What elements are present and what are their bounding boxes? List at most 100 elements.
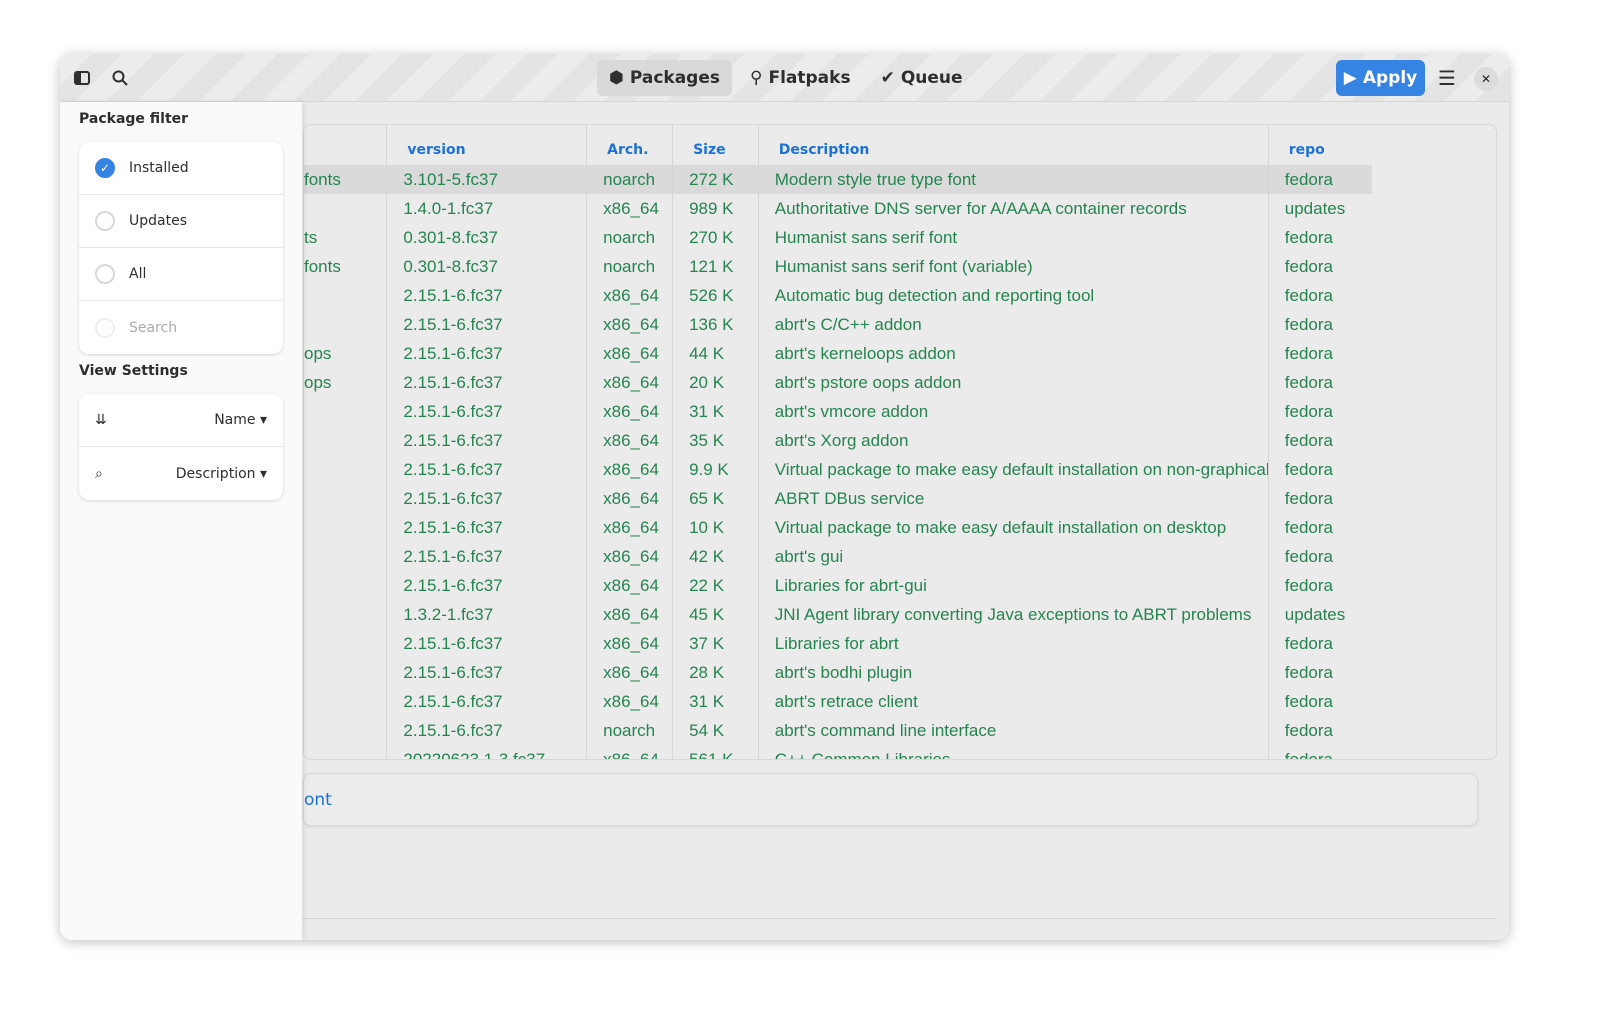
tab-flatpaks[interactable]: ⚲ Flatpaks [738, 60, 863, 96]
table-cell: fedora [1267, 513, 1372, 542]
table-cell: 20 K [672, 368, 759, 397]
table-cell: abrt's command line interface [757, 716, 1269, 745]
column-header[interactable]: Size [672, 125, 759, 165]
table-cell: ts [304, 227, 318, 247]
table-cell: 9.9 K [672, 455, 759, 484]
column-header[interactable]: version [386, 125, 587, 165]
table-cell: 22 K [672, 571, 759, 600]
table-cell: 121 K [672, 252, 759, 281]
close-button[interactable]: ✕ [1474, 67, 1498, 91]
tab-packages[interactable]: ⬢ Packages [597, 60, 732, 96]
table-cell: x86_64 [586, 629, 673, 658]
table-cell: Libraries for abrt [757, 629, 1269, 658]
table-row[interactable]: 2.15.1-6.fc37 x86_64 65 K ABRT DBus service… [304, 484, 1372, 513]
table-row[interactable]: fonts 0.301-8.fc37 noarch 121 K Humanist san… [304, 252, 1372, 281]
table-cell: abrt's pstore oops addon [757, 368, 1269, 397]
table-cell: fedora [1267, 687, 1372, 716]
table-row[interactable]: 1.3.2-1.fc37 x86_64 45 K JNI Agent library … [304, 600, 1372, 629]
table-cell [304, 281, 387, 310]
table-cell: Humanist sans serif font (variable) [757, 252, 1269, 281]
table-cell: 44 K [672, 339, 759, 368]
table-row[interactable]: 2.15.1-6.fc37 noarch 54 Kabrt's command li… [304, 716, 1372, 745]
column-header[interactable]: Arch. [586, 125, 673, 165]
tab-label: Packages [629, 68, 720, 88]
table-row[interactable]: ops 2.15.1-6.fc37 x86_64 20 Kabrt's pstore … [304, 368, 1372, 397]
menu-icon[interactable]: ☰ [1435, 66, 1459, 90]
table-cell: 2.15.1-6.fc37 [386, 397, 587, 426]
apply-button[interactable]: ▶ Apply [1336, 60, 1425, 96]
table-row[interactable]: 2.15.1-6.fc37 x86_64 10 K Virtual package t… [304, 513, 1372, 542]
table-row[interactable]: 2.15.1-6.fc37 x86_64 35 Kabrt's Xorg addon… [304, 426, 1372, 455]
table-cell: fedora [1267, 745, 1372, 759]
filter-search[interactable]: Search [79, 301, 283, 354]
table-cell: 2.15.1-6.fc37 [386, 687, 587, 716]
table-cell [304, 745, 387, 759]
filter-label: All [129, 266, 147, 282]
search-icon[interactable] [108, 66, 132, 90]
divider [303, 918, 1497, 919]
table-row[interactable]: 2.15.1-6.fc37 x86_64 31 Kabrt's retrace cl… [304, 687, 1372, 716]
table-row[interactable]: fonts 3.101-5.fc37 noarch 272 K Modern style… [304, 165, 1372, 194]
table-cell: fonts [304, 165, 387, 194]
filter-installed[interactable]: ✓ Installed [79, 142, 283, 195]
table-cell: updates [1267, 600, 1372, 629]
column-header[interactable] [304, 125, 387, 165]
search-by-dropdown[interactable]: ⌕ Description ▾ [79, 447, 283, 500]
column-header[interactable]: repo [1267, 125, 1372, 165]
table-cell: x86_64 [586, 368, 673, 397]
table-cell: x86_64 [586, 455, 673, 484]
table-cell: 31 K [672, 687, 759, 716]
table-cell: 37 K [672, 629, 759, 658]
table-row[interactable]: 2.15.1-6.fc37 x86_64 28 Kabrt's bodhi plug… [304, 658, 1372, 687]
table-cell: Humanist sans serif font [757, 223, 1269, 252]
table-cell: x86_64 [586, 600, 673, 629]
table-cell: 2.15.1-6.fc37 [386, 368, 587, 397]
table-row[interactable]: 2.15.1-6.fc37 x86_64 22 K Libraries for abr… [304, 571, 1372, 600]
table-cell: 0.301-8.fc37 [386, 252, 587, 281]
table-cell: abrt's bodhi plugin [757, 658, 1269, 687]
table-cell: fonts [304, 256, 341, 276]
table-cell: Automatic bug detection and reporting to… [757, 281, 1269, 310]
table-cell: 28 K [672, 658, 759, 687]
table-cell: 20220623.1-3.fc37 [386, 745, 587, 759]
table-row[interactable]: 2.15.1-6.fc37 x86_64 37 K Libraries for abr… [304, 629, 1372, 658]
table-row[interactable]: 2.15.1-6.fc37 x86_64 42 Kabrt's gui fedora [304, 542, 1372, 571]
table-row[interactable]: 2.15.1-6.fc37 x86_64 31 Kabrt's vmcore add… [304, 397, 1372, 426]
table-row[interactable]: 2.15.1-6.fc37 x86_64 136 Kabrt's C/C++ add… [304, 310, 1372, 339]
table-row[interactable]: 20220623.1-3.fc37 x86_64 561 K C++ Common L… [304, 745, 1372, 759]
table-cell: x86_64 [586, 426, 673, 455]
sort-value: Name [214, 412, 256, 428]
sidebar-toggle-icon[interactable] [70, 66, 94, 90]
table-cell: fedora [1267, 252, 1372, 281]
table-row[interactable]: ops 2.15.1-6.fc37 x86_64 44 Kabrt's kernelo… [304, 339, 1372, 368]
table-cell [304, 687, 387, 716]
filter-updates[interactable]: Updates [79, 195, 283, 248]
table-cell [304, 397, 387, 426]
package-table: version Arch. Size Description repo fonts 3.1… [303, 124, 1497, 760]
table-cell: fedora [1267, 397, 1372, 426]
table-cell: x86_64 [586, 687, 673, 716]
tab-queue[interactable]: ✔ Queue [869, 60, 975, 96]
table-cell [304, 513, 387, 542]
column-header[interactable]: Description [757, 125, 1269, 165]
table-cell: abrt's retrace client [757, 687, 1269, 716]
table-cell: abrt's gui [757, 542, 1269, 571]
table-row[interactable]: ts 0.301-8.fc37 noarch 270 K Humanist sans s… [304, 223, 1372, 252]
table-row[interactable]: 2.15.1-6.fc37 x86_64 526 K Automatic bug de… [304, 281, 1372, 310]
table-cell: fedora [1267, 571, 1372, 600]
table-cell [304, 600, 387, 629]
app-window: ⬢ Packages ⚲ Flatpaks ✔ Queue ▶ Apply ☰ ✕ Pa… [60, 54, 1509, 940]
table-cell: JNI Agent library converting Java except… [757, 600, 1269, 629]
filter-all[interactable]: All [79, 248, 283, 301]
table-cell: x86_64 [586, 310, 673, 339]
tab-label: Queue [900, 68, 963, 88]
table-cell: 31 K [672, 397, 759, 426]
table-row[interactable]: 1.4.0-1.fc37 x86_64 989 K Authoritative DNS… [304, 194, 1372, 223]
sort-dropdown[interactable]: ⇊ Name ▾ [79, 394, 283, 447]
table-cell: noarch [586, 716, 673, 745]
table-cell: 561 K [672, 745, 759, 759]
table-cell: abrt's C/C++ addon [757, 310, 1269, 339]
table-row[interactable]: 2.15.1-6.fc37 x86_64 9.9 K Virtual package … [304, 455, 1372, 484]
table-cell [304, 542, 387, 571]
view-settings: ⇊ Name ▾ ⌕ Description ▾ [79, 394, 283, 500]
